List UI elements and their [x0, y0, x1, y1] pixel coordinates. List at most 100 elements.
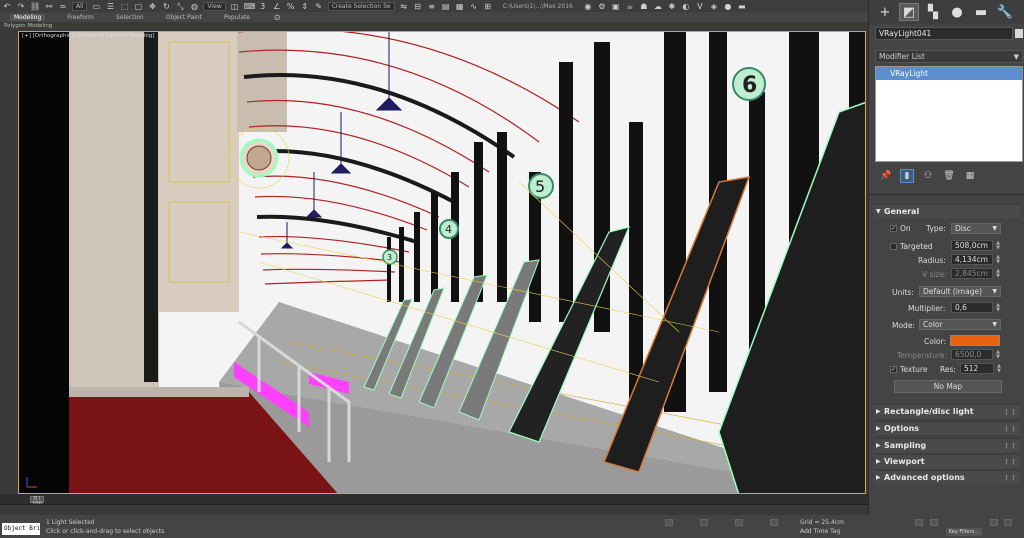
type-dropdown[interactable]: Disc ▼	[951, 223, 1001, 234]
rollout-viewport[interactable]: ▶ Viewport ⋮⋮	[874, 454, 1020, 468]
selection-filter-dropdown[interactable]: All	[72, 1, 88, 11]
add-time-tag[interactable]: Add Time Tag	[800, 528, 840, 535]
display-icon[interactable]: ▬	[971, 3, 991, 21]
schematic-icon[interactable]: ⊞	[483, 2, 493, 11]
keyboard-shortcut-icon[interactable]: ⌨	[244, 2, 256, 11]
modifier-list-dropdown[interactable]: Modifier List ▼	[875, 50, 1023, 63]
link-icon[interactable]: ⛓	[30, 2, 40, 11]
lock-selection-icon[interactable]	[665, 519, 673, 526]
snap-icon[interactable]: 3	[258, 2, 268, 11]
maxscript-listener[interactable]: Object Bridge	[2, 523, 40, 535]
perspective-viewport[interactable]: [+] [Orthographic] [Standard] [Default S…	[18, 31, 866, 494]
time-config-icon[interactable]	[1004, 519, 1012, 526]
res-spinner[interactable]: 512 ▲ ▼	[960, 363, 1001, 374]
on-checkbox[interactable]: ✓	[890, 225, 897, 232]
units-dropdown[interactable]: Default (image) ▼	[919, 286, 1001, 297]
vray-sphere-icon[interactable]: ●	[723, 2, 733, 11]
hierarchy-icon[interactable]: ▚	[923, 3, 943, 21]
make-unique-icon[interactable]: ⚇	[921, 169, 935, 183]
unlink-icon[interactable]: ⚯	[44, 2, 54, 11]
texture-map-button[interactable]: No Map	[894, 380, 1002, 393]
track-bar[interactable]	[0, 504, 868, 515]
move-icon[interactable]: ✥	[147, 2, 157, 11]
mirror-icon[interactable]: ⇋	[399, 2, 409, 11]
tab-populate[interactable]: Populate	[224, 14, 250, 21]
scale-icon[interactable]: ⤡	[175, 2, 185, 11]
z-coord-icon[interactable]	[770, 519, 778, 526]
render-icon[interactable]: ☕	[625, 2, 635, 11]
play-icon[interactable]	[990, 519, 998, 526]
key-filters-button[interactable]: Key Filters...	[946, 528, 982, 536]
graphite-icon[interactable]: ▦	[455, 2, 465, 11]
rollout-general[interactable]: ▼ General	[874, 204, 1020, 218]
edit-named-sel-icon[interactable]: ✎	[314, 2, 324, 11]
modify-icon[interactable]: ◩	[899, 3, 919, 21]
tab-selection[interactable]: Selection	[116, 14, 144, 21]
redo-icon[interactable]: ↷	[16, 2, 26, 11]
y-coord-icon[interactable]	[735, 519, 743, 526]
rollout-sampling[interactable]: ▶ Sampling ⋮⋮	[874, 438, 1020, 452]
vray-proxy-icon[interactable]: ◈	[709, 2, 719, 11]
tab-object-paint[interactable]: Object Paint	[166, 14, 202, 21]
ribbon-options-icon[interactable]: ⊙	[272, 13, 282, 22]
time-slider-handle[interactable]: 0 / 100	[30, 495, 44, 506]
rollout-options[interactable]: ▶ Options ⋮⋮	[874, 421, 1020, 435]
spinner-arrows-icon[interactable]: ▲ ▼	[997, 364, 1001, 374]
spinner-snap-icon[interactable]: ⇕	[300, 2, 310, 11]
reference-coord-dropdown[interactable]: View	[203, 1, 226, 11]
utilities-icon[interactable]: 🔧	[995, 3, 1015, 21]
render-production-icon[interactable]: ☗	[639, 2, 649, 11]
vray-plane-icon[interactable]: ▬	[737, 2, 747, 11]
light-color-swatch[interactable]	[950, 335, 1000, 346]
modifier-stack[interactable]: VRayLight	[875, 66, 1023, 162]
pivot-icon[interactable]: ◫	[230, 2, 240, 11]
object-name-field[interactable]: VRayLight041	[875, 27, 1013, 40]
motion-icon[interactable]: ●	[947, 3, 967, 21]
percent-snap-icon[interactable]: %	[286, 2, 296, 11]
rollout-rectangle-disc-light[interactable]: ▶ Rectangle/disc light ⋮⋮	[874, 404, 1020, 418]
curve-editor-icon[interactable]: ∿	[469, 2, 479, 11]
texture-checkbox[interactable]: ✓	[890, 366, 897, 373]
mode-dropdown[interactable]: Color ▼	[919, 319, 1001, 330]
scene-explorer-icon[interactable]: ▤	[441, 2, 451, 11]
remove-modifier-icon[interactable]: 🗑	[942, 169, 956, 183]
object-color-swatch[interactable]	[1015, 29, 1023, 38]
auto-key-icon[interactable]	[915, 519, 923, 526]
vray-light-icon[interactable]: ✱	[667, 2, 677, 11]
x-coord-icon[interactable]	[700, 519, 708, 526]
pin-stack-icon[interactable]: 📌	[879, 169, 893, 183]
rendered-frame-icon[interactable]: ▣	[611, 2, 621, 11]
spinner-arrows-icon[interactable]: ▲ ▼	[996, 255, 1000, 265]
tab-modeling[interactable]: Modeling	[10, 13, 46, 21]
a360-icon[interactable]: ☁	[653, 2, 663, 11]
named-selection-dropdown[interactable]: Create Selection Se	[327, 1, 395, 11]
align-icon[interactable]: ⊟	[413, 2, 423, 11]
create-icon[interactable]: +	[875, 3, 895, 21]
undo-icon[interactable]: ↶	[2, 2, 12, 11]
select-object-icon[interactable]: ▭	[91, 2, 101, 11]
set-key-icon[interactable]	[930, 519, 938, 526]
rect-selection-icon[interactable]: ⬚	[119, 2, 129, 11]
render-setup-icon[interactable]: ⚙	[597, 2, 607, 11]
bind-spacewarp-icon[interactable]: ≈	[58, 2, 68, 11]
show-end-result-icon[interactable]: ▮	[900, 169, 914, 183]
window-crossing-icon[interactable]: ▢	[133, 2, 143, 11]
rollout-advanced-options[interactable]: ▶ Advanced options ⋮⋮	[874, 470, 1020, 484]
angle-snap-icon[interactable]: ∠	[272, 2, 282, 11]
spinner-arrows-icon[interactable]: ▲ ▼	[996, 241, 1000, 251]
layers-icon[interactable]: ≡	[427, 2, 437, 11]
targeted-checkbox[interactable]	[890, 243, 897, 250]
multiplier-spinner[interactable]: 0,6 ▲ ▼	[951, 302, 1000, 313]
material-editor-icon[interactable]: ◉	[583, 2, 593, 11]
time-slider-bar[interactable]: 0 / 100	[0, 494, 868, 506]
stack-item-vraylight[interactable]: VRayLight	[876, 67, 1022, 80]
select-manipulate-icon[interactable]: ◍	[189, 2, 199, 11]
spinner-arrows-icon[interactable]: ▲ ▼	[996, 303, 1000, 313]
select-by-name-icon[interactable]: ☰	[105, 2, 115, 11]
viewport-label[interactable]: [+] [Orthographic] [Standard] [Default S…	[22, 33, 154, 39]
rotate-icon[interactable]: ↻	[161, 2, 171, 11]
vray-camera-icon[interactable]: ◐	[681, 2, 691, 11]
radius-spinner[interactable]: 4,134cm ▲ ▼	[951, 254, 1000, 265]
tab-freeform[interactable]: Freeform	[67, 14, 94, 21]
configure-sets-icon[interactable]: ▦	[963, 169, 977, 183]
